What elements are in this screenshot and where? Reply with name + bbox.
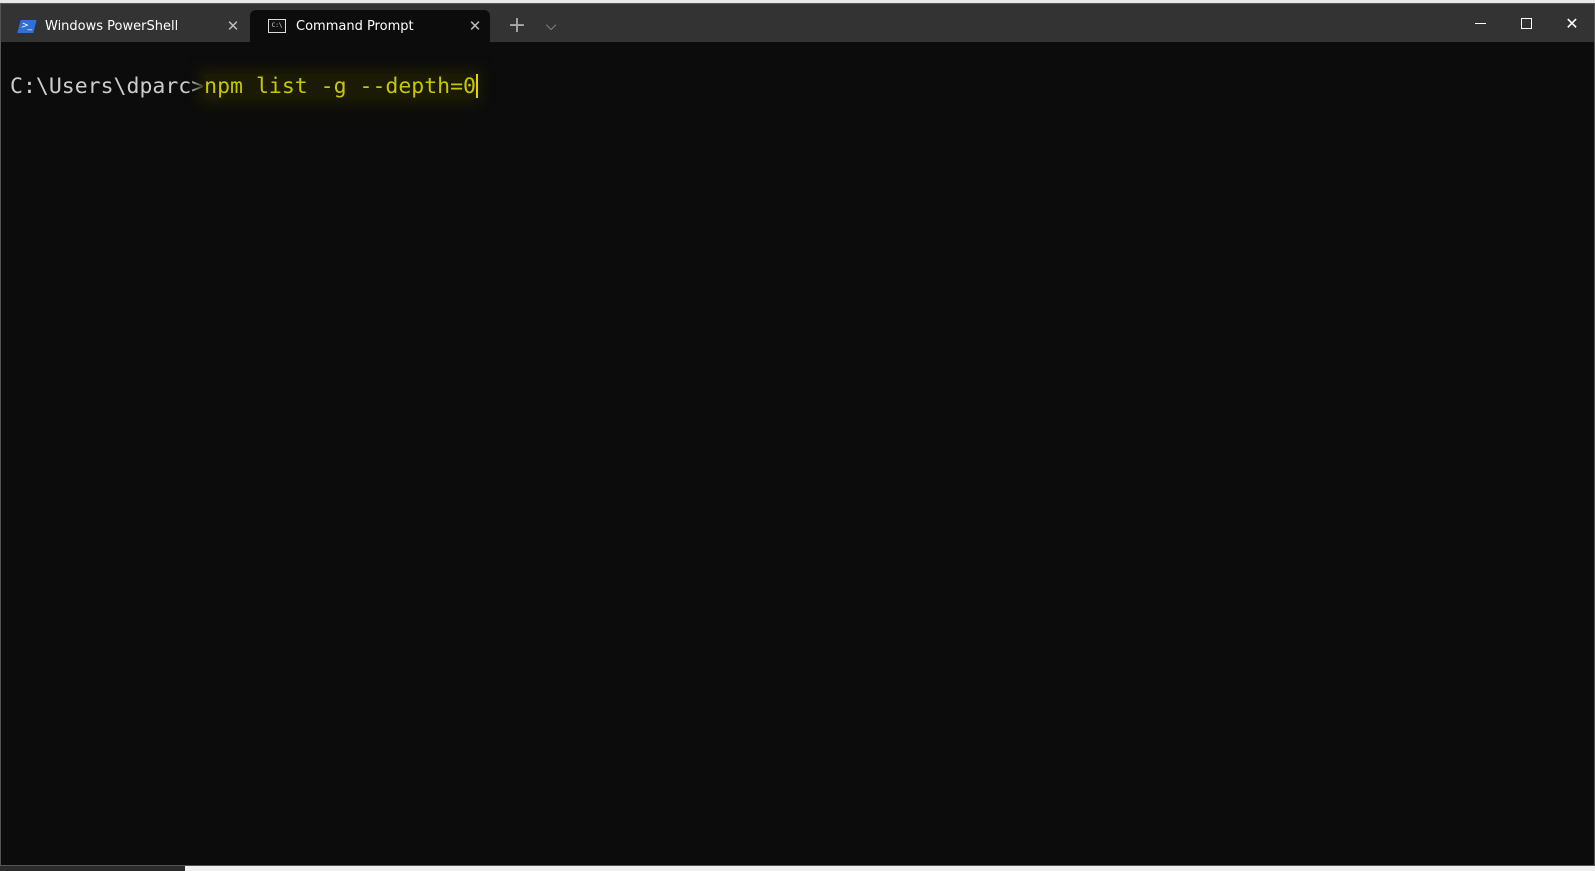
tab-label: Windows PowerShell: [45, 18, 179, 34]
powershell-icon: >_: [17, 19, 37, 33]
taskbar-fragment: [0, 866, 185, 871]
close-tab-icon[interactable]: ✕: [460, 17, 490, 35]
tab-windows-powershell[interactable]: >_ Windows PowerShell ✕: [1, 10, 248, 42]
cmd-icon: C:\: [268, 19, 286, 33]
terminal-window: >_ Windows PowerShell ✕ C:\ Command Prom…: [0, 3, 1595, 866]
text-cursor: [476, 74, 478, 98]
tab-command-prompt[interactable]: C:\ Command Prompt ✕: [250, 10, 490, 42]
terminal-content[interactable]: C:\Users\dparc>npm list -g --depth=0: [10, 74, 478, 99]
prompt: C:\Users\dparc>: [10, 74, 205, 99]
new-tab-button[interactable]: +: [503, 12, 531, 40]
close-window-button[interactable]: ✕: [1549, 4, 1595, 42]
close-tab-icon[interactable]: ✕: [218, 17, 248, 35]
close-icon: ✕: [1565, 13, 1579, 33]
tab-dropdown-chevron-icon[interactable]: ⌵: [537, 12, 565, 40]
minimize-icon: [1474, 22, 1486, 24]
tab-label: Command Prompt: [296, 18, 414, 34]
command-input[interactable]: npm list -g --depth=0: [204, 74, 476, 99]
minimize-button[interactable]: [1457, 4, 1503, 42]
tab-bar: >_ Windows PowerShell ✕ C:\ Command Prom…: [1, 4, 1594, 42]
maximize-button[interactable]: [1503, 4, 1549, 42]
maximize-icon: [1520, 17, 1532, 29]
